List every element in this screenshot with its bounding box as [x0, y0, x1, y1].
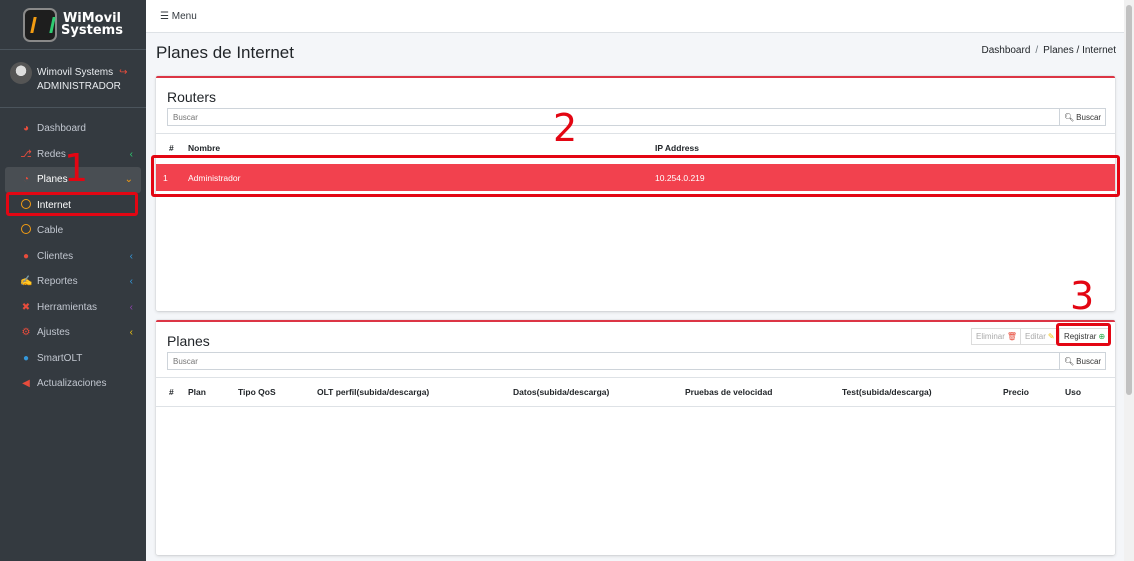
- megaphone-icon: ◀: [22, 378, 30, 390]
- search-icon: 🔍︎: [1064, 112, 1075, 122]
- chevron-left-icon: ‹: [129, 301, 133, 313]
- annotation-number-3: 3: [1070, 274, 1095, 318]
- sidebar-item-label: Clientes: [37, 250, 74, 262]
- tools-icon: ✖: [21, 301, 31, 313]
- planes-search-input[interactable]: [167, 352, 1060, 370]
- routers-search-input[interactable]: [167, 108, 1060, 126]
- sidebar-item-label: Cable: [37, 225, 64, 237]
- routers-search: 🔍︎Buscar: [167, 108, 1107, 126]
- sidebar-item-actualizaciones[interactable]: ◀ Actualizaciones: [5, 371, 141, 397]
- sidebar-item-label: Dashboard: [37, 123, 86, 135]
- topbar: ☰ Menu: [146, 0, 1124, 33]
- search-icon: 🔍︎: [1064, 356, 1075, 366]
- user-icon: ●: [22, 250, 30, 262]
- avatar[interactable]: [10, 62, 32, 84]
- pie-chart-icon: ◔: [22, 174, 30, 186]
- annotation-box-register: [1056, 323, 1111, 346]
- brand-name-line2: Systems: [61, 22, 123, 38]
- sidebar-item-label: Planes: [37, 174, 68, 186]
- annotation-box-internet: [6, 192, 138, 216]
- column-header-plan: Plan: [188, 387, 206, 397]
- sidebar-item-dashboard[interactable]: ◕ Dashboard: [5, 116, 141, 142]
- page-title: Planes de Internet: [156, 43, 294, 62]
- network-icon: ⎇: [20, 148, 32, 160]
- planes-search-button[interactable]: 🔍︎ Buscar: [1060, 352, 1107, 370]
- column-header-precio: Precio: [1003, 387, 1029, 397]
- sidebar-item-ajustes[interactable]: ⚙ Ajustes ‹: [5, 320, 141, 346]
- column-header-pruebas: Pruebas de velocidad: [685, 387, 773, 397]
- sidebar-item-label: Herramientas: [37, 301, 98, 313]
- column-header-ip: IP Address: [655, 143, 699, 153]
- sidebar-item-cable[interactable]: Cable: [5, 218, 141, 244]
- sidebar-item-label: SmartOLT: [37, 352, 83, 364]
- sidebar-item-clientes[interactable]: ● Clientes ‹: [5, 244, 141, 270]
- user-role: ADMINISTRADOR: [37, 80, 121, 92]
- planes-title: Planes: [167, 333, 210, 349]
- column-header-num: #: [169, 143, 174, 153]
- logout-icon[interactable]: ↪: [119, 67, 127, 78]
- sidebar-item-label: Ajustes: [37, 327, 70, 339]
- column-header-uso: Uso: [1065, 387, 1082, 397]
- tachometer-icon: ◕: [22, 123, 30, 135]
- column-header-num: #: [169, 387, 174, 397]
- user-name[interactable]: Wimovil Systems: [37, 67, 113, 78]
- planes-card: Planes Eliminar🗑︎ Editar✎ Registrar⊕ 🔍︎B…: [156, 320, 1115, 555]
- breadcrumb: Dashboard / Planes / Internet: [981, 45, 1116, 56]
- circle-icon: [20, 224, 32, 237]
- annotation-box-router-row: [151, 155, 1120, 197]
- sidebar: WiMovil Systems Wimovil Systems ↪ ADMINIS…: [0, 0, 146, 561]
- column-header-olt-perfil: OLT perfil(subida/descarga): [317, 387, 430, 397]
- sidebar-item-label: Redes: [37, 148, 66, 160]
- sidebar-item-herramientas[interactable]: ✖ Herramientas ‹: [5, 295, 141, 321]
- menu-label: Menu: [171, 10, 197, 22]
- planes-search: 🔍︎Buscar: [167, 352, 1107, 370]
- menu-toggle[interactable]: ☰ Menu: [160, 11, 197, 22]
- annotation-number-2: 2: [553, 106, 578, 150]
- globe-icon: ●: [22, 352, 30, 364]
- breadcrumb-home[interactable]: Dashboard: [981, 45, 1030, 56]
- routers-title: Routers: [167, 89, 217, 105]
- column-header-datos: Datos(subida/descarga): [513, 387, 610, 397]
- gear-icon: ⚙: [21, 327, 31, 339]
- chevron-down-icon: ⌄: [124, 174, 133, 186]
- annotation-number-1: 1: [64, 146, 89, 190]
- column-header-nombre: Nombre: [188, 143, 221, 153]
- scrollbar-thumb[interactable]: [1126, 5, 1132, 395]
- user-panel: Wimovil Systems ↪ ADMINISTRADOR: [0, 52, 146, 108]
- delete-button[interactable]: Eliminar 🗑︎: [971, 328, 1023, 345]
- report-icon: ✍: [20, 276, 33, 288]
- pencil-icon: ✎: [1047, 332, 1055, 341]
- page-scrollbar[interactable]: [1124, 0, 1134, 561]
- brand[interactable]: WiMovil Systems: [0, 0, 146, 50]
- column-header-test: Test(subida/descarga): [842, 387, 932, 397]
- sidebar-item-smartolt[interactable]: ● SmartOLT: [5, 346, 141, 372]
- column-header-tipo-qos: Tipo QoS: [238, 387, 276, 397]
- trash-icon: 🗑︎: [1006, 332, 1018, 341]
- hamburger-icon: ☰: [160, 10, 169, 22]
- breadcrumb-current: Planes / Internet: [1043, 45, 1116, 56]
- chevron-left-icon: ‹: [129, 276, 133, 288]
- edit-button[interactable]: Editar ✎: [1020, 328, 1060, 345]
- chevron-left-icon: ‹: [129, 327, 133, 339]
- sidebar-item-label: Reportes: [37, 276, 78, 288]
- chevron-left-icon: ‹: [129, 148, 133, 160]
- sidebar-item-label: Actualizaciones: [37, 378, 107, 390]
- brand-logo-icon: [23, 7, 58, 42]
- routers-search-button[interactable]: 🔍︎ Buscar: [1060, 108, 1107, 126]
- sidebar-item-reportes[interactable]: ✍ Reportes ‹: [5, 269, 141, 295]
- chevron-left-icon: ‹: [129, 250, 133, 262]
